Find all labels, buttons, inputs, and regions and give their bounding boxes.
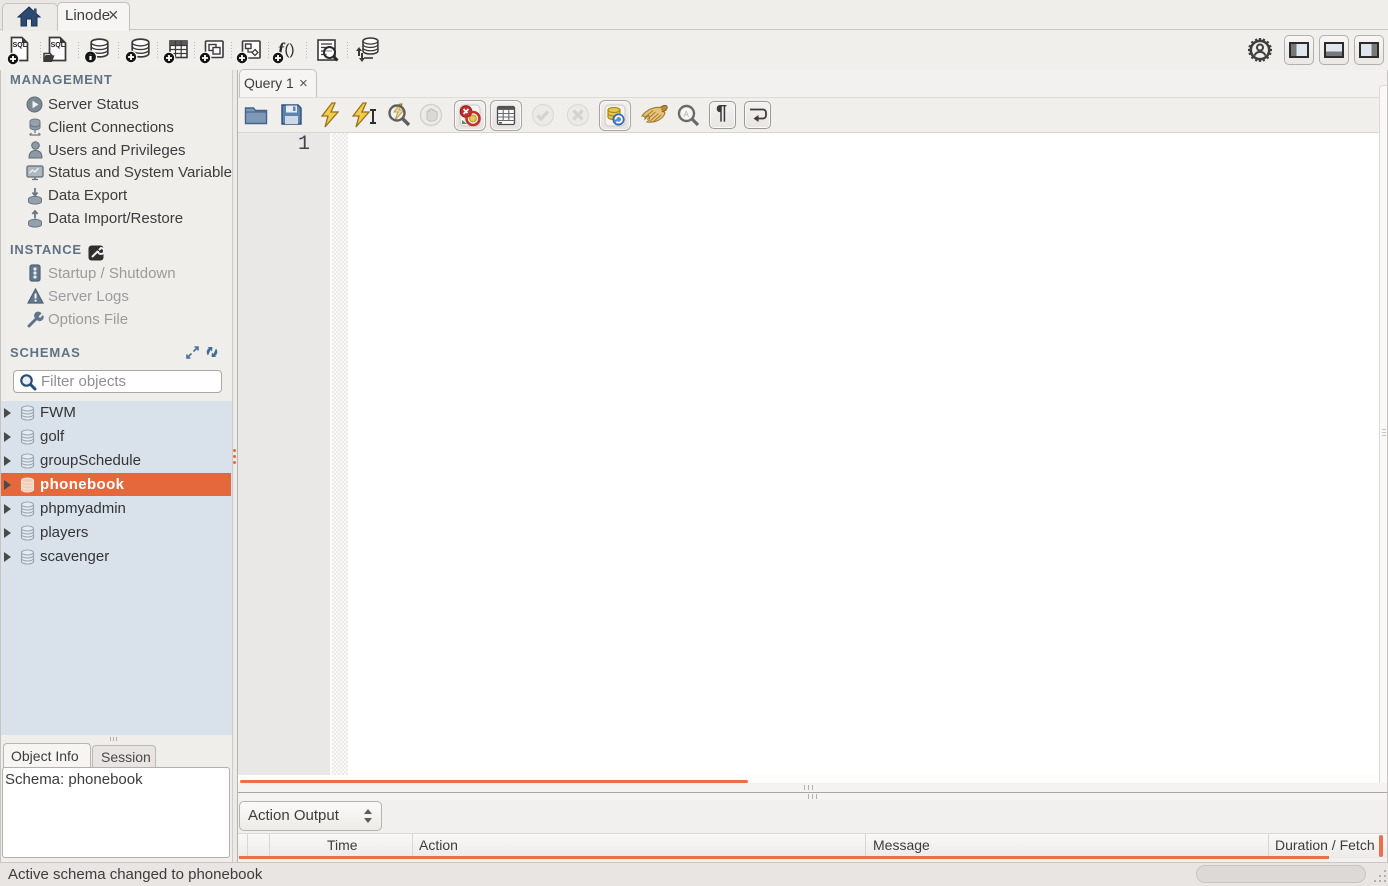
- svg-text:(): (): [285, 42, 295, 59]
- svg-text:A: A: [684, 110, 690, 119]
